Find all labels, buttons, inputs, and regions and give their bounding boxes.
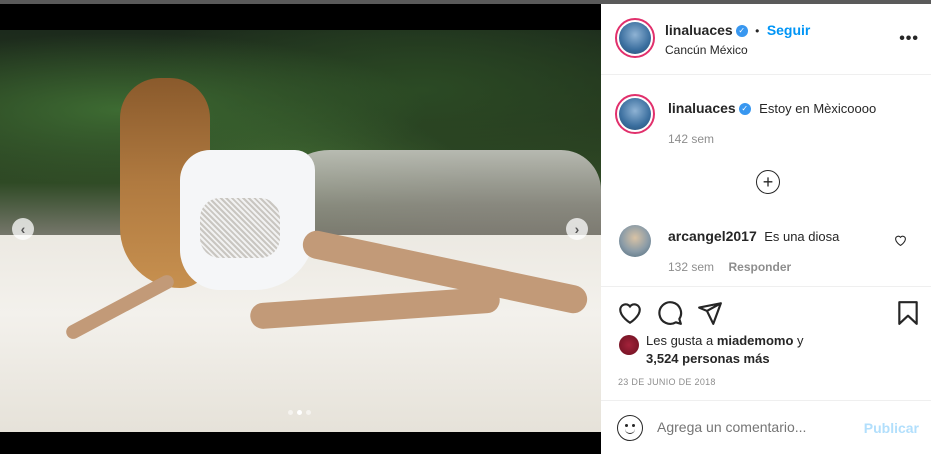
commenter-username[interactable]: arcangel2017 [668, 228, 757, 244]
likes-line-1: Les gusta a miademomo y [646, 333, 804, 348]
comment-time[interactable]: 132 sem [668, 260, 714, 274]
caption-row: linaluaces ✓ Estoy en Mèxicoooo [668, 100, 876, 118]
likes-count[interactable]: 3,524 personas más [646, 351, 770, 366]
likes-prefix: Les gusta a [646, 333, 714, 348]
share-icon[interactable] [697, 300, 723, 326]
carousel-next-button[interactable]: › [566, 218, 588, 240]
carousel-dots [288, 410, 311, 415]
caption-time[interactable]: 142 sem [668, 132, 714, 146]
carousel-dot [306, 410, 311, 415]
post-header: linaluaces ✓ • Seguir Cancún México ••• [601, 4, 931, 75]
publish-button[interactable]: Publicar [864, 420, 919, 436]
caption-text: Estoy en Mèxicoooo [759, 101, 877, 116]
instagram-post-window: ‹ › linaluaces ✓ • Seguir Cancún México •… [0, 0, 931, 454]
emoji-mouth [625, 428, 635, 434]
commenter-avatar[interactable] [619, 225, 651, 257]
reply-button[interactable]: Responder [728, 260, 791, 274]
liker-avatar[interactable] [619, 335, 639, 355]
carousel-dot [288, 410, 293, 415]
comment-input[interactable] [657, 419, 857, 435]
comment-icon[interactable] [657, 300, 683, 326]
chevron-left-icon: ‹ [20, 221, 26, 237]
post-photo [0, 30, 601, 432]
follow-button[interactable]: Seguir [767, 22, 811, 38]
bookmark-icon[interactable] [895, 300, 921, 326]
caption-username[interactable]: linaluaces [668, 100, 736, 116]
carousel-prev-button[interactable]: ‹ [12, 218, 34, 240]
photo-subject-mesh [200, 198, 280, 258]
carousel-dot-active [297, 410, 302, 415]
verified-badge-icon: ✓ [738, 102, 751, 115]
post-date[interactable]: 23 DE JUNIO DE 2018 [618, 377, 716, 387]
emoji-icon[interactable] [617, 415, 643, 441]
header-title-row: linaluaces ✓ • Seguir [665, 22, 810, 40]
avatar-image [619, 98, 651, 130]
chevron-right-icon: › [574, 221, 580, 237]
comment-text: Es una diosa [764, 229, 840, 244]
load-more-comments-button[interactable]: + [756, 170, 780, 194]
separator-dot: • [755, 24, 760, 38]
author-username[interactable]: linaluaces [665, 22, 733, 38]
author-avatar[interactable] [615, 18, 655, 58]
comment-row: arcangel2017 Es una diosa [668, 228, 839, 246]
media-area: ‹ › [0, 4, 601, 454]
add-comment-bar: Publicar [601, 400, 931, 454]
post-side-panel: linaluaces ✓ • Seguir Cancún México ••• l… [601, 4, 931, 454]
avatar-image [619, 22, 651, 54]
post-location[interactable]: Cancún México [665, 43, 748, 57]
comment-meta: 132 sem Responder [668, 258, 791, 276]
verified-badge-icon: ✓ [735, 24, 748, 37]
caption-author-avatar[interactable] [615, 94, 655, 134]
comment-like-heart-icon[interactable] [894, 234, 907, 246]
heart-icon[interactable] [617, 300, 643, 326]
likes-suffix: y [797, 333, 804, 348]
liker-username[interactable]: miademomo [717, 333, 794, 348]
plus-icon: + [762, 172, 774, 192]
more-options-icon[interactable]: ••• [899, 30, 919, 48]
